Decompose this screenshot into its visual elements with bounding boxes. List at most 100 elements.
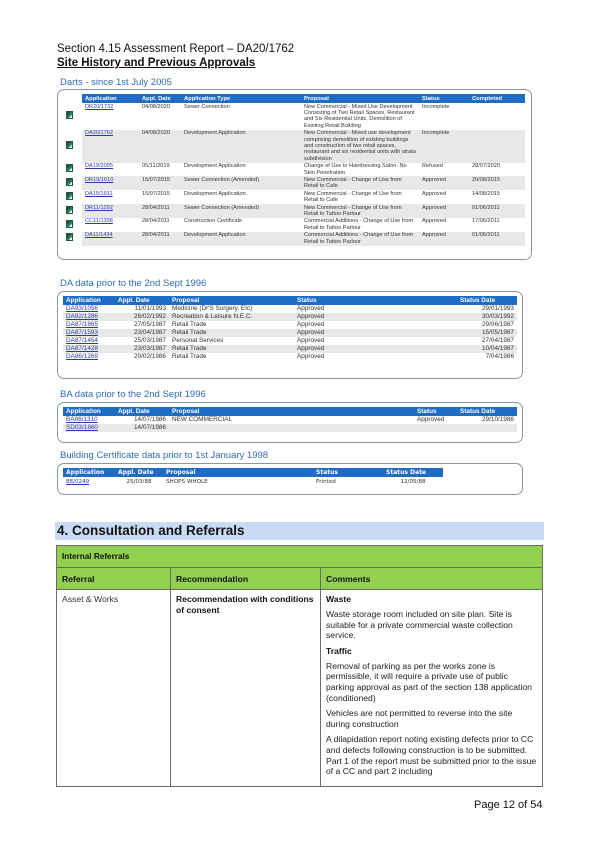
type-cell: Sewer Connection: [184, 103, 230, 110]
document-icon[interactable]: [66, 178, 73, 187]
completed-cell: 17/06/2011: [472, 218, 500, 225]
application-link[interactable]: DA92/1286: [66, 313, 98, 320]
document-icon[interactable]: [66, 233, 73, 242]
application-link[interactable]: CC11/1398: [85, 218, 113, 224]
column-header: Application: [63, 468, 115, 477]
completed-cell: 28/07/2020: [472, 163, 500, 170]
completed-cell: 01/06/2011: [469, 231, 525, 246]
column-header: Status: [419, 94, 469, 103]
darts-row: DA19/2095 05/11/2019 Development Applicati…: [62, 162, 525, 177]
application-link[interactable]: DA20/1762: [85, 130, 113, 136]
status-cell: Approved: [419, 176, 469, 191]
status-cell: Approved: [294, 345, 457, 353]
date-cell: 23/04/1987: [115, 329, 169, 337]
completed-cell: 20/08/2015: [469, 176, 525, 191]
proposal-cell: New Commercial - Change of Use from Reta…: [301, 204, 419, 218]
application-cell: 88/0249: [63, 477, 115, 486]
type-cell: Development Application: [181, 231, 301, 246]
application-cell: DA15/1911: [82, 190, 139, 204]
application-link[interactable]: DA93/1056: [66, 305, 98, 312]
status-cell: Approved: [422, 190, 446, 197]
document-icon[interactable]: [66, 219, 73, 228]
status-date-cell: 15/05/1987: [457, 329, 517, 337]
status-cell: Approved: [419, 204, 469, 218]
column-header: Proposal: [163, 468, 313, 477]
internal-referrals-table: Internal Referrals Referral Recommendati…: [56, 545, 543, 787]
column-header: Proposal: [169, 407, 414, 416]
application-link[interactable]: BA86/1310: [66, 416, 98, 423]
comment-paragraph: A dilapidation report noting existing de…: [326, 734, 537, 777]
document-icon[interactable]: [66, 111, 73, 120]
application-link[interactable]: DR20/1732: [85, 104, 113, 110]
application-link[interactable]: DR15/1610: [85, 177, 113, 183]
application-cell: DA93/1056: [63, 305, 115, 313]
proposal-cell: Commercial Additions - Change of Use fro…: [301, 231, 419, 246]
darts-header-row: Application Appl. Date Application Type …: [62, 94, 525, 103]
darts-row: DR15/1610 15/07/2015 Sewer Connection (Ame…: [62, 176, 525, 191]
completed-cell: 14/08/2015: [472, 190, 500, 197]
application-link[interactable]: DA87/1593: [66, 329, 98, 336]
type-cell: Sewer Connection (Amended): [181, 176, 301, 191]
bc-pre1998-caption: Building Certificate data prior to 1st J…: [60, 450, 269, 461]
da-pre1996-row: DA87/1428 23/03/1987 Retail Trade Approved 1…: [63, 345, 517, 353]
date-cell: 15/07/2015: [142, 190, 170, 197]
status-date-cell: 29/06/1987: [482, 321, 514, 328]
column-header-comments: Comments: [320, 567, 543, 590]
proposal-cell: New Commercial - Change of Use from Reta…: [304, 190, 402, 204]
status-cell: [414, 424, 457, 432]
date-cell: 28/04/2011: [142, 218, 170, 225]
comment-paragraph: Vehicles are not permitted to reverse in…: [326, 708, 513, 729]
darts-row: DR11/1292 28/04/2011 Sewer Connection (Ame…: [62, 204, 525, 218]
da-pre1996-row: DA86/1269 20/02/1986 Retail Trade Approved 7…: [63, 353, 517, 361]
application-cell: DR15/1610: [82, 176, 139, 191]
document-icon[interactable]: [66, 205, 73, 214]
application-link[interactable]: 88/0249: [66, 479, 89, 485]
status-date-cell: 12/05/88: [400, 478, 426, 485]
status-cell: Incomplete: [419, 129, 469, 163]
ba-pre1996-row: SD03/1860 14/07/1986: [63, 424, 517, 432]
application-link[interactable]: DA86/1269: [66, 353, 98, 360]
column-header: Application: [82, 94, 139, 103]
status-cell: Refused: [422, 163, 443, 170]
proposal-cell: Personal Services: [172, 337, 224, 344]
icon-cell: [62, 162, 82, 177]
application-link[interactable]: DA87/1454: [66, 337, 98, 344]
proposal-cell: SHOPS WHOLE: [166, 478, 208, 485]
status-cell: Approved: [297, 305, 325, 312]
application-link[interactable]: DR11/1292: [85, 205, 113, 211]
bc-pre1998-header-row: Application Appl. Date Proposal Status S…: [63, 468, 443, 477]
document-icon[interactable]: [66, 164, 73, 173]
application-cell: DR11/1292: [82, 204, 139, 218]
application-link[interactable]: DA15/1911: [85, 191, 113, 197]
darts-table: Application Appl. Date Application Type …: [62, 94, 525, 246]
column-header: Proposal: [301, 94, 419, 103]
application-link[interactable]: DA87/1865: [66, 321, 98, 328]
proposal-cell: Change of Use to Hairdressing Salon. No …: [304, 163, 407, 176]
application-link[interactable]: DA87/1428: [66, 345, 98, 352]
application-cell: DA11/1434: [82, 231, 139, 246]
column-header-referral: Referral: [56, 567, 171, 590]
da-pre1996-row: DA93/1056 11/01/1993 Medicine (Dr'S Surger…: [63, 305, 517, 313]
bc-pre1998-row: 88/0249 25/03/88 SHOPS WHOLE Printed 12/05/8…: [63, 477, 443, 486]
column-header: Status Date: [457, 296, 517, 305]
status-date-cell: 29/10/1986: [482, 416, 514, 423]
column-header: Application: [63, 407, 115, 416]
column-header: Status: [313, 468, 383, 477]
darts-row: DA11/1434 28/04/2011 Development Applicati…: [62, 231, 525, 246]
completed-cell: [469, 103, 525, 130]
proposal-cell: Retail Trade: [169, 329, 294, 337]
document-icon[interactable]: [66, 140, 73, 149]
internal-referrals-title-row: Internal Referrals: [56, 545, 543, 568]
status-cell: Approved: [297, 353, 325, 360]
date-cell: 04/08/2020: [142, 103, 170, 110]
status-date-cell: 29/01/1993: [482, 305, 514, 312]
document-icon[interactable]: [66, 191, 73, 200]
proposal-cell: [169, 424, 414, 432]
application-cell: DA87/1454: [63, 337, 115, 345]
column-header: Status: [414, 407, 457, 416]
application-link[interactable]: DA11/1434: [85, 232, 113, 238]
application-link[interactable]: SD03/1860: [66, 424, 98, 431]
ba-pre1996-table: Application Appl. Date Proposal Status S…: [63, 407, 517, 432]
application-link[interactable]: DA19/2095: [85, 163, 113, 169]
completed-cell: [469, 129, 525, 163]
